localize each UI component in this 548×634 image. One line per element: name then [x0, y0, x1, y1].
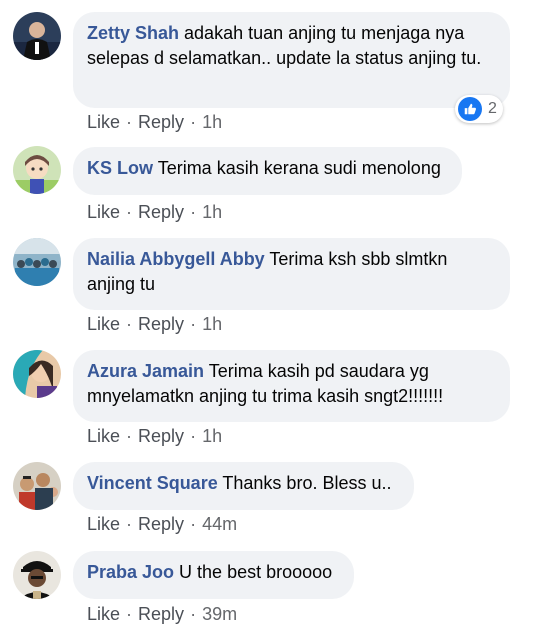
- comment-timestamp[interactable]: 1h: [202, 202, 222, 222]
- avatar[interactable]: [13, 350, 61, 398]
- avatar[interactable]: [13, 462, 61, 510]
- reply-button[interactable]: Reply: [138, 112, 184, 132]
- comment-bubble: Azura Jamain Terima kasih pd saudara yg …: [73, 350, 510, 422]
- comment-actions: Like · Reply · 44m: [87, 513, 237, 535]
- avatar[interactable]: [13, 146, 61, 194]
- separator-dot: ·: [126, 314, 133, 334]
- separator-dot: ·: [126, 514, 133, 534]
- reply-button[interactable]: Reply: [138, 514, 184, 534]
- comment-actions: Like · Reply · 1h: [87, 111, 222, 133]
- comment-timestamp[interactable]: 39m: [202, 604, 237, 624]
- avatar[interactable]: [13, 238, 61, 286]
- reply-button[interactable]: Reply: [138, 314, 184, 334]
- comment-author[interactable]: Azura Jamain: [87, 361, 204, 381]
- like-button[interactable]: Like: [87, 604, 120, 624]
- separator-dot: ·: [126, 112, 133, 132]
- comment-author[interactable]: KS Low: [87, 158, 153, 178]
- like-button[interactable]: Like: [87, 202, 120, 222]
- comment-bubble: KS Low Terima kasih kerana sudi menolong: [73, 147, 462, 195]
- separator-dot: ·: [190, 314, 197, 334]
- comment-timestamp[interactable]: 1h: [202, 314, 222, 334]
- separator-dot: ·: [126, 426, 133, 446]
- reply-button[interactable]: Reply: [138, 426, 184, 446]
- comment-author[interactable]: Praba Joo: [87, 562, 174, 582]
- separator-dot: ·: [126, 604, 133, 624]
- separator-dot: ·: [126, 202, 133, 222]
- comment-author[interactable]: Vincent Square: [87, 473, 218, 493]
- comment-actions: Like · Reply · 1h: [87, 425, 222, 447]
- comment-text: U the best brooooo: [179, 562, 333, 582]
- separator-dot: ·: [190, 426, 197, 446]
- comment-bubble: Zetty Shah adakah tuan anjing tu menjaga…: [73, 12, 510, 108]
- comment-timestamp[interactable]: 1h: [202, 112, 222, 132]
- comment-bubble: Nailia Abbygell Abby Terima ksh sbb slmt…: [73, 238, 510, 310]
- avatar[interactable]: [13, 12, 61, 60]
- separator-dot: ·: [190, 604, 197, 624]
- reply-button[interactable]: Reply: [138, 604, 184, 624]
- comment-bubble: Vincent Square Thanks bro. Bless u..: [73, 462, 414, 510]
- reply-button[interactable]: Reply: [138, 202, 184, 222]
- like-button[interactable]: Like: [87, 514, 120, 534]
- comment-text: Terima kasih kerana sudi menolong: [157, 158, 441, 178]
- like-button[interactable]: Like: [87, 426, 120, 446]
- separator-dot: ·: [190, 202, 197, 222]
- avatar[interactable]: [13, 551, 61, 599]
- comment-author[interactable]: Zetty Shah: [87, 23, 179, 43]
- comment-timestamp[interactable]: 44m: [202, 514, 237, 534]
- reaction-summary[interactable]: 2: [455, 95, 503, 123]
- like-button[interactable]: Like: [87, 112, 120, 132]
- separator-dot: ·: [190, 514, 197, 534]
- comment-bubble: Praba Joo U the best brooooo: [73, 551, 354, 599]
- comment-author[interactable]: Nailia Abbygell Abby: [87, 249, 265, 269]
- separator-dot: ·: [190, 112, 197, 132]
- comment-text: Thanks bro. Bless u..: [222, 473, 392, 493]
- comment-actions: Like · Reply · 39m: [87, 603, 237, 625]
- like-icon: [458, 97, 482, 121]
- reaction-count: 2: [488, 100, 497, 117]
- comment-actions: Like · Reply · 1h: [87, 201, 222, 223]
- like-button[interactable]: Like: [87, 314, 120, 334]
- comment-actions: Like · Reply · 1h: [87, 313, 222, 335]
- comment-timestamp[interactable]: 1h: [202, 426, 222, 446]
